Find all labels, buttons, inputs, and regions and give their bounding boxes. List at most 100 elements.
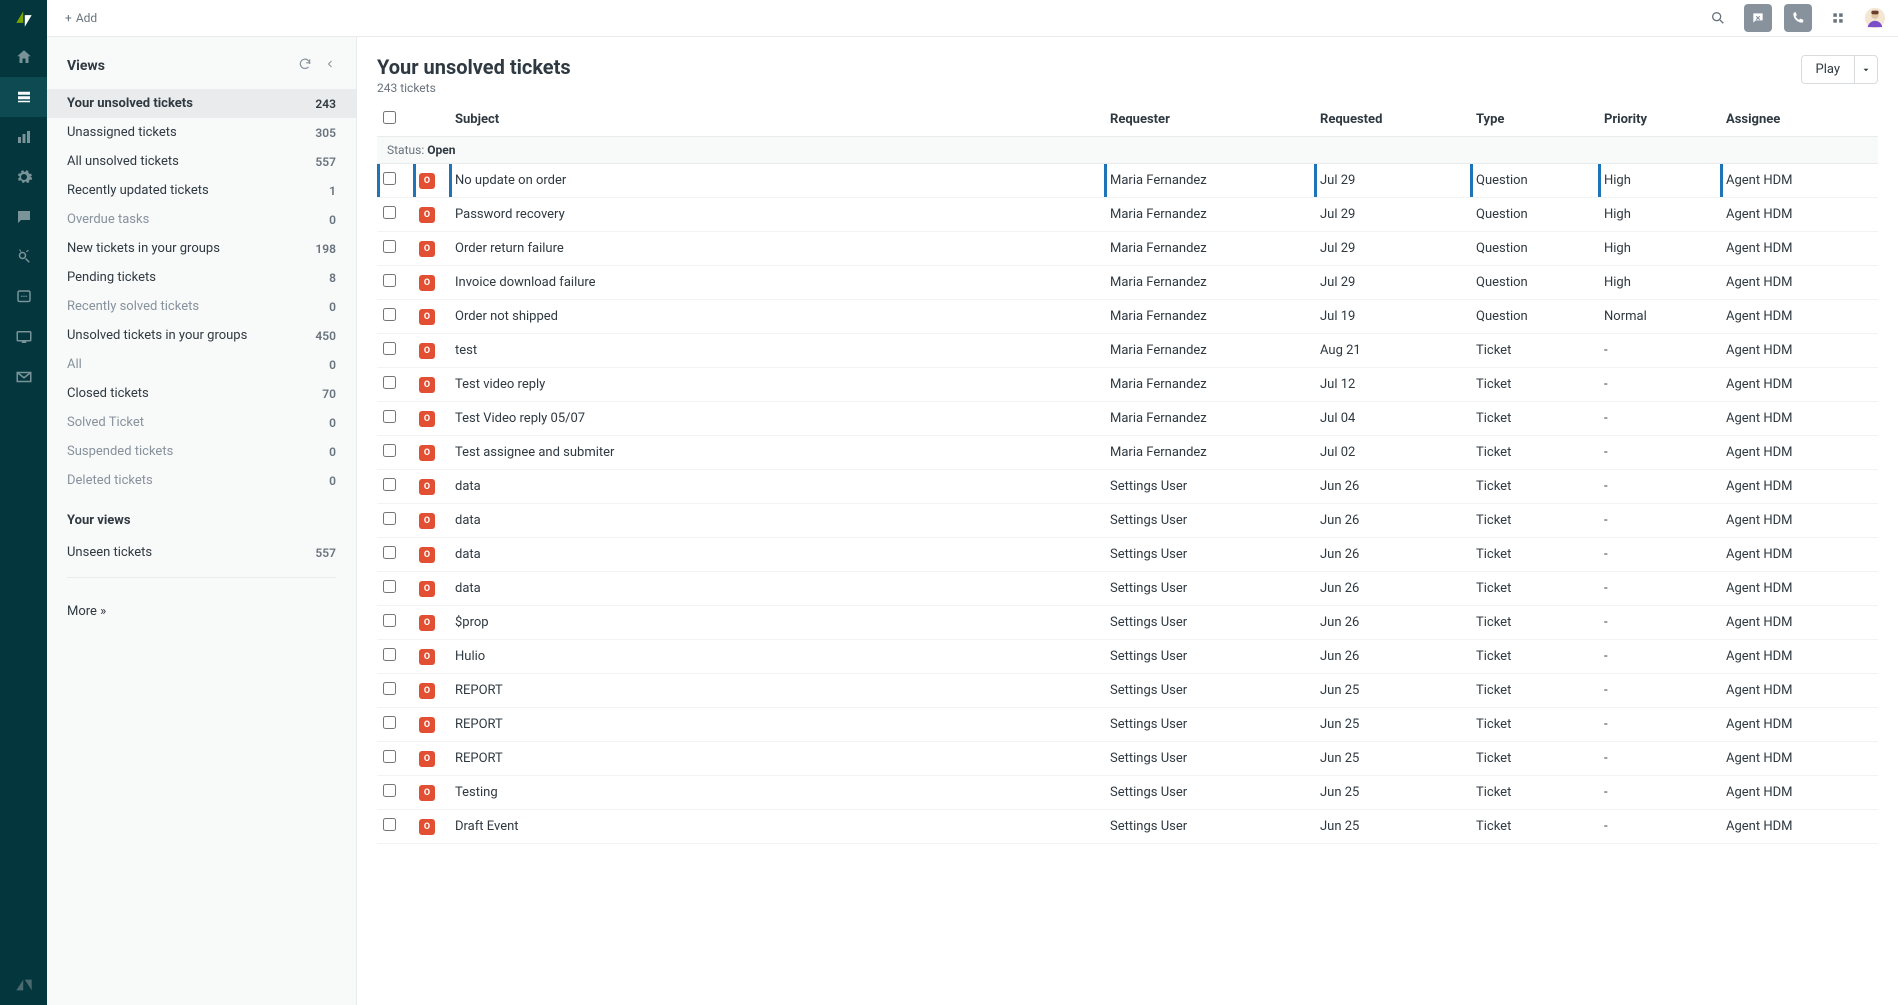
col-requested[interactable]: Requested bbox=[1314, 103, 1470, 137]
ticket-row[interactable]: OREPORTSettings UserJun 25Ticket-Agent H… bbox=[377, 708, 1878, 742]
select-all-checkbox[interactable] bbox=[383, 111, 396, 124]
more-link[interactable]: More » bbox=[47, 588, 356, 635]
row-checkbox[interactable] bbox=[383, 648, 396, 661]
row-checkbox[interactable] bbox=[383, 784, 396, 797]
view-count: 8 bbox=[329, 271, 336, 285]
nav-search-alt[interactable] bbox=[0, 237, 47, 277]
nav-computer[interactable] bbox=[0, 317, 47, 357]
refresh-icon[interactable] bbox=[298, 57, 312, 75]
ticket-row[interactable]: OTest assignee and submiterMaria Fernand… bbox=[377, 436, 1878, 470]
user-avatar[interactable] bbox=[1864, 7, 1886, 29]
nav-widget[interactable] bbox=[0, 277, 47, 317]
ticket-row[interactable]: OREPORTSettings UserJun 25Ticket-Agent H… bbox=[377, 674, 1878, 708]
view-item[interactable]: Closed tickets70 bbox=[47, 379, 356, 408]
ticket-row[interactable]: OtestMaria FernandezAug 21Ticket-Agent H… bbox=[377, 334, 1878, 368]
play-button[interactable]: Play bbox=[1802, 56, 1856, 83]
row-checkbox[interactable] bbox=[383, 580, 396, 593]
ticket-row[interactable]: OdataSettings UserJun 26Ticket-Agent HDM bbox=[377, 572, 1878, 606]
nav-reporting[interactable] bbox=[0, 117, 47, 157]
cell-priority: High bbox=[1598, 164, 1720, 198]
row-checkbox[interactable] bbox=[383, 546, 396, 559]
nav-chat[interactable] bbox=[0, 197, 47, 237]
view-item[interactable]: Your unsolved tickets243 bbox=[47, 89, 356, 118]
view-item[interactable]: Recently solved tickets0 bbox=[47, 292, 356, 321]
row-checkbox[interactable] bbox=[383, 172, 396, 185]
ticket-row[interactable]: OTest Video reply 05/07Maria FernandezJu… bbox=[377, 402, 1878, 436]
row-checkbox[interactable] bbox=[383, 410, 396, 423]
ticket-row[interactable]: OTest video replyMaria FernandezJul 12Ti… bbox=[377, 368, 1878, 402]
cell-assignee: Agent HDM bbox=[1720, 436, 1878, 470]
view-count: 243 bbox=[315, 97, 336, 111]
collapse-icon[interactable] bbox=[324, 58, 336, 74]
ticket-row[interactable]: OPassword recoveryMaria FernandezJul 29Q… bbox=[377, 198, 1878, 232]
add-button[interactable]: + Add bbox=[59, 7, 103, 29]
top-header: + Add bbox=[47, 0, 1898, 37]
col-assignee[interactable]: Assignee bbox=[1720, 103, 1878, 137]
view-item[interactable]: Unseen tickets557 bbox=[47, 538, 356, 567]
row-checkbox[interactable] bbox=[383, 342, 396, 355]
row-checkbox[interactable] bbox=[383, 206, 396, 219]
play-dropdown[interactable] bbox=[1855, 56, 1877, 83]
cell-assignee: Agent HDM bbox=[1720, 470, 1878, 504]
view-label: Closed tickets bbox=[67, 386, 322, 401]
row-checkbox[interactable] bbox=[383, 682, 396, 695]
row-checkbox[interactable] bbox=[383, 750, 396, 763]
ticket-row[interactable]: O$propSettings UserJun 26Ticket-Agent HD… bbox=[377, 606, 1878, 640]
row-checkbox[interactable] bbox=[383, 274, 396, 287]
row-checkbox[interactable] bbox=[383, 512, 396, 525]
nav-home[interactable] bbox=[0, 37, 47, 77]
row-checkbox[interactable] bbox=[383, 478, 396, 491]
ticket-row[interactable]: OdataSettings UserJun 26Ticket-Agent HDM bbox=[377, 504, 1878, 538]
conversations-icon[interactable] bbox=[1744, 4, 1772, 32]
status-badge-icon: O bbox=[419, 343, 435, 359]
ticket-row[interactable]: OdataSettings UserJun 26Ticket-Agent HDM bbox=[377, 538, 1878, 572]
view-item[interactable]: Recently updated tickets1 bbox=[47, 176, 356, 205]
app-logo[interactable] bbox=[0, 0, 47, 37]
search-icon[interactable] bbox=[1704, 4, 1732, 32]
row-checkbox[interactable] bbox=[383, 818, 396, 831]
view-item[interactable]: Pending tickets8 bbox=[47, 263, 356, 292]
row-checkbox[interactable] bbox=[383, 614, 396, 627]
view-item[interactable]: Unassigned tickets305 bbox=[47, 118, 356, 147]
ticket-row[interactable]: OREPORTSettings UserJun 25Ticket-Agent H… bbox=[377, 742, 1878, 776]
row-checkbox[interactable] bbox=[383, 716, 396, 729]
ticket-row[interactable]: OTestingSettings UserJun 25Ticket-Agent … bbox=[377, 776, 1878, 810]
col-subject[interactable]: Subject bbox=[449, 103, 1104, 137]
row-checkbox[interactable] bbox=[383, 444, 396, 457]
view-item[interactable]: Deleted tickets0 bbox=[47, 466, 356, 495]
view-item[interactable]: Overdue tasks0 bbox=[47, 205, 356, 234]
row-checkbox[interactable] bbox=[383, 240, 396, 253]
cell-assignee: Agent HDM bbox=[1720, 402, 1878, 436]
ticket-row[interactable]: OdataSettings UserJun 26Ticket-Agent HDM bbox=[377, 470, 1878, 504]
col-priority[interactable]: Priority bbox=[1598, 103, 1720, 137]
view-item[interactable]: New tickets in your groups198 bbox=[47, 234, 356, 263]
view-item[interactable]: Solved Ticket0 bbox=[47, 408, 356, 437]
nav-views[interactable] bbox=[0, 77, 47, 117]
zendesk-logo-icon[interactable] bbox=[0, 965, 47, 1005]
ticket-row[interactable]: ODraft EventSettings UserJun 25Ticket-Ag… bbox=[377, 810, 1878, 844]
cell-requester: Settings User bbox=[1104, 708, 1314, 742]
col-type[interactable]: Type bbox=[1470, 103, 1598, 137]
status-badge-icon: O bbox=[419, 581, 435, 597]
ticket-row[interactable]: OInvoice download failureMaria Fernandez… bbox=[377, 266, 1878, 300]
view-item[interactable]: All unsolved tickets557 bbox=[47, 147, 356, 176]
view-item[interactable]: Suspended tickets0 bbox=[47, 437, 356, 466]
nav-admin[interactable] bbox=[0, 157, 47, 197]
ticket-row[interactable]: OOrder return failureMaria FernandezJul … bbox=[377, 232, 1878, 266]
row-checkbox[interactable] bbox=[383, 308, 396, 321]
view-count: 0 bbox=[329, 213, 336, 227]
group-row: Status: Open bbox=[377, 137, 1878, 164]
view-item[interactable]: All0 bbox=[47, 350, 356, 379]
apps-icon[interactable] bbox=[1824, 4, 1852, 32]
nav-email[interactable] bbox=[0, 357, 47, 397]
view-label: Overdue tasks bbox=[67, 212, 329, 227]
page-title: Your unsolved tickets bbox=[377, 55, 1789, 79]
ticket-row[interactable]: OOrder not shippedMaria FernandezJul 19Q… bbox=[377, 300, 1878, 334]
view-label: Unseen tickets bbox=[67, 545, 315, 560]
view-item[interactable]: Unsolved tickets in your groups450 bbox=[47, 321, 356, 350]
row-checkbox[interactable] bbox=[383, 376, 396, 389]
phone-icon[interactable] bbox=[1784, 4, 1812, 32]
ticket-row[interactable]: OHulioSettings UserJun 26Ticket-Agent HD… bbox=[377, 640, 1878, 674]
ticket-row[interactable]: ONo update on orderMaria FernandezJul 29… bbox=[377, 164, 1878, 198]
col-requester[interactable]: Requester bbox=[1104, 103, 1314, 137]
